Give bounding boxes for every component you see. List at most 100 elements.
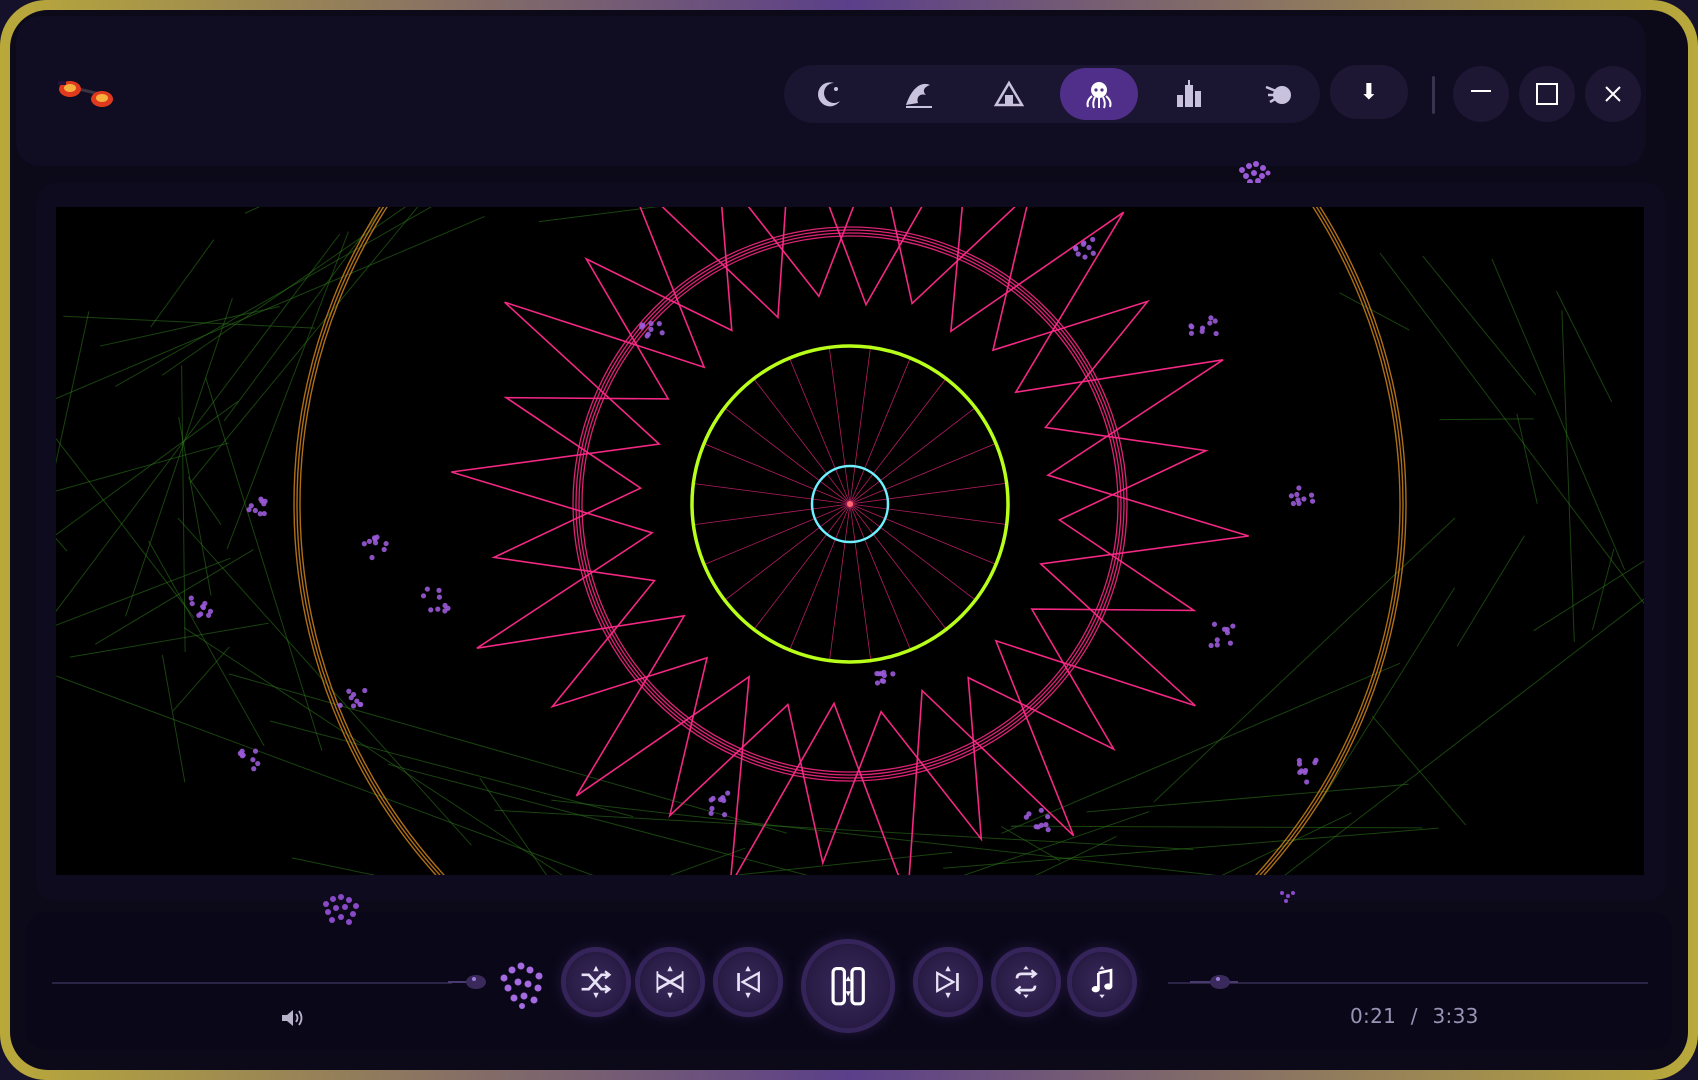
web-line — [187, 476, 222, 526]
particle — [1188, 330, 1195, 336]
particle — [1090, 236, 1096, 243]
web-line — [963, 811, 1150, 875]
web-line — [1561, 310, 1575, 642]
particle — [257, 511, 263, 517]
web-line — [943, 827, 1439, 869]
web-line — [56, 537, 68, 552]
particle — [252, 507, 258, 514]
web-line — [1491, 258, 1626, 571]
particle — [250, 757, 256, 763]
seek-bar-left[interactable] — [52, 982, 452, 984]
current-time: 0:21 — [1350, 1004, 1397, 1028]
particle — [350, 703, 357, 709]
time-display: 0:21 / 3:33 — [1350, 1004, 1479, 1028]
toolbar-separator — [1432, 76, 1435, 114]
particle — [428, 607, 434, 613]
particle — [1214, 642, 1220, 648]
theme-selector — [784, 65, 1320, 123]
city-icon — [1177, 80, 1201, 107]
particle — [1296, 485, 1302, 491]
next-button[interactable] — [918, 952, 978, 1012]
theme-button-octopus[interactable] — [1060, 68, 1138, 120]
radial-spoke — [849, 503, 1009, 526]
web-line — [1086, 783, 1409, 813]
volume-icon[interactable] — [280, 1008, 304, 1028]
particle — [1045, 814, 1051, 820]
octopus-icon — [1086, 82, 1112, 109]
particle — [1224, 630, 1231, 636]
audio-visualizer — [56, 207, 1644, 875]
particle — [251, 766, 257, 772]
web-line — [1339, 292, 1410, 331]
web-line — [494, 809, 1194, 850]
web-line — [183, 627, 563, 875]
web-line — [1439, 418, 1534, 421]
particle — [656, 321, 662, 327]
particle — [362, 687, 368, 694]
particle-cluster — [323, 894, 359, 925]
radial-spoke — [828, 503, 851, 663]
particle — [337, 702, 343, 708]
particle — [1211, 621, 1218, 627]
shuffle-button[interactable] — [566, 952, 626, 1012]
close-button[interactable] — [1585, 66, 1641, 122]
minimize-button[interactable] — [1453, 66, 1509, 122]
particle — [248, 503, 254, 509]
particle — [709, 805, 715, 812]
particle — [420, 593, 427, 599]
sunglasses-logo-icon — [58, 81, 113, 107]
particle — [1208, 642, 1214, 649]
pink-star — [491, 207, 1209, 866]
play-pause-button[interactable] — [806, 944, 890, 1028]
particle — [198, 611, 204, 617]
wave-icon — [906, 83, 932, 108]
web-line — [1371, 715, 1467, 826]
theme-button-wave[interactable] — [880, 68, 958, 120]
particle — [708, 797, 714, 803]
repeat-button[interactable] — [996, 952, 1056, 1012]
minimize-icon — [1471, 90, 1491, 92]
particle — [206, 612, 212, 618]
particle — [436, 587, 442, 593]
particle — [366, 538, 373, 544]
visualizer-canvas — [56, 207, 1644, 875]
theme-button-comet[interactable] — [1240, 68, 1318, 120]
previous-button[interactable] — [718, 952, 778, 1012]
theme-button-city[interactable] — [1150, 68, 1228, 120]
theme-button-moon[interactable] — [790, 68, 868, 120]
web-line — [115, 207, 432, 387]
particle — [424, 586, 430, 592]
particle — [1035, 824, 1041, 830]
time-separator: / — [1410, 1004, 1418, 1028]
theme-button-temple[interactable] — [970, 68, 1048, 120]
crossfade-button[interactable] — [640, 952, 700, 1012]
particle — [880, 678, 887, 684]
particle — [1296, 757, 1302, 764]
web-line — [56, 311, 90, 465]
particle — [442, 602, 448, 609]
particle — [1073, 245, 1079, 251]
next-icon — [936, 965, 959, 999]
download-button[interactable]: ⬇ — [1330, 65, 1408, 119]
web-line — [1591, 548, 1615, 631]
web-line — [551, 799, 1218, 875]
maximize-button[interactable] — [1519, 66, 1575, 122]
particle — [202, 600, 208, 607]
particle — [725, 790, 731, 796]
particle — [1086, 244, 1092, 251]
particle — [1304, 779, 1310, 785]
particle — [1082, 254, 1088, 260]
particle — [1309, 498, 1316, 504]
maximize-icon — [1536, 83, 1558, 105]
playlist-button[interactable] — [1072, 952, 1132, 1012]
particle — [435, 606, 441, 612]
web-line — [1456, 535, 1525, 647]
particle — [1212, 318, 1218, 324]
web-line — [181, 365, 186, 652]
web-line — [538, 207, 659, 223]
particle — [239, 748, 245, 754]
particle — [1043, 822, 1049, 828]
web-line — [228, 673, 788, 834]
particle — [1026, 811, 1032, 817]
radial-spoke — [691, 482, 851, 505]
